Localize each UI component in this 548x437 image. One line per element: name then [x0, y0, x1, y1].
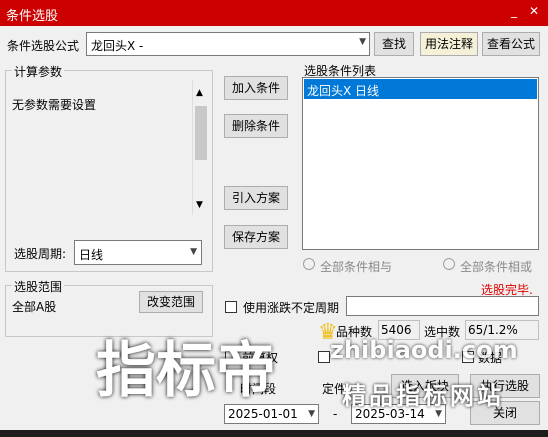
or-radio[interactable]	[443, 258, 455, 270]
chevron-down-icon[interactable]: ▼	[308, 409, 315, 419]
watermark-url: zhibiaodi.com	[330, 336, 518, 364]
uncertain-period-checkbox[interactable]	[225, 301, 237, 313]
watermark-sub: 精品指标网站	[342, 382, 504, 410]
delete-condition-button[interactable]: 删除条件	[224, 114, 288, 138]
formula-value: 龙回头X -	[91, 39, 144, 53]
range-title: 选股范围	[12, 278, 65, 295]
bottom-strip	[0, 430, 548, 437]
and-radio[interactable]	[303, 258, 315, 270]
scroll-up-icon[interactable]: ▲	[196, 88, 203, 98]
import-plan-button[interactable]: 引入方案	[224, 186, 288, 210]
uncertain-period-input[interactable]	[346, 296, 539, 316]
uncertain-period-label: 使用涨跌不定周期	[243, 301, 340, 315]
formula-select[interactable]: 龙回头X - ▼	[86, 32, 370, 56]
conditions-list-item[interactable]: 龙回头X 日线	[304, 79, 537, 99]
start-date-value: 2025-01-01	[228, 407, 298, 421]
watermark-big: 指标帝	[96, 336, 276, 406]
window-title: 条件选股	[6, 9, 59, 24]
find-button[interactable]: 查找	[374, 32, 414, 56]
title-bar: 条件选股 _ ✕	[0, 0, 548, 26]
usage-notes-button[interactable]: 用法注释	[420, 32, 478, 56]
scroll-down-icon[interactable]: ▼	[196, 200, 203, 210]
close-icon[interactable]: ✕	[526, 3, 542, 19]
period-label: 选股周期:	[14, 247, 67, 261]
params-text: 无参数需要设置	[12, 98, 97, 112]
view-formula-button[interactable]: 查看公式	[482, 32, 540, 56]
condition-stock-picker-window: 条件选股 _ ✕ 条件选股公式 龙回头X - ▼ 查找 用法注释 查看公式 计算…	[0, 0, 548, 437]
period-select[interactable]: 日线 ▼	[74, 240, 202, 265]
minimize-icon[interactable]: _	[506, 3, 522, 19]
formula-label: 条件选股公式	[7, 39, 80, 53]
hit-value: 65/1.2%	[468, 323, 518, 337]
chevron-down-icon[interactable]: ▼	[359, 37, 366, 47]
range-value: 全部A股	[12, 300, 57, 314]
conditions-list[interactable]: 龙回头X 日线	[302, 77, 539, 250]
period-value: 日线	[79, 248, 104, 262]
date-separator: -	[333, 407, 338, 421]
mid-checkbox[interactable]	[318, 351, 330, 363]
chevron-down-icon[interactable]: ▼	[190, 247, 197, 257]
change-range-button[interactable]: 改变范围	[139, 291, 203, 313]
save-plan-button[interactable]: 保存方案	[224, 225, 288, 249]
params-scrollbar[interactable]: ▲ ▼	[192, 80, 209, 215]
condition-item-label: 龙回头X 日线	[307, 84, 380, 98]
count-value: 5406	[381, 323, 412, 337]
scroll-thumb[interactable]	[195, 106, 207, 160]
add-condition-button[interactable]: 加入条件	[224, 76, 288, 100]
and-label: 全部条件相与	[320, 260, 393, 274]
params-title: 计算参数	[12, 63, 65, 80]
or-label: 全部条件相或	[460, 260, 533, 274]
